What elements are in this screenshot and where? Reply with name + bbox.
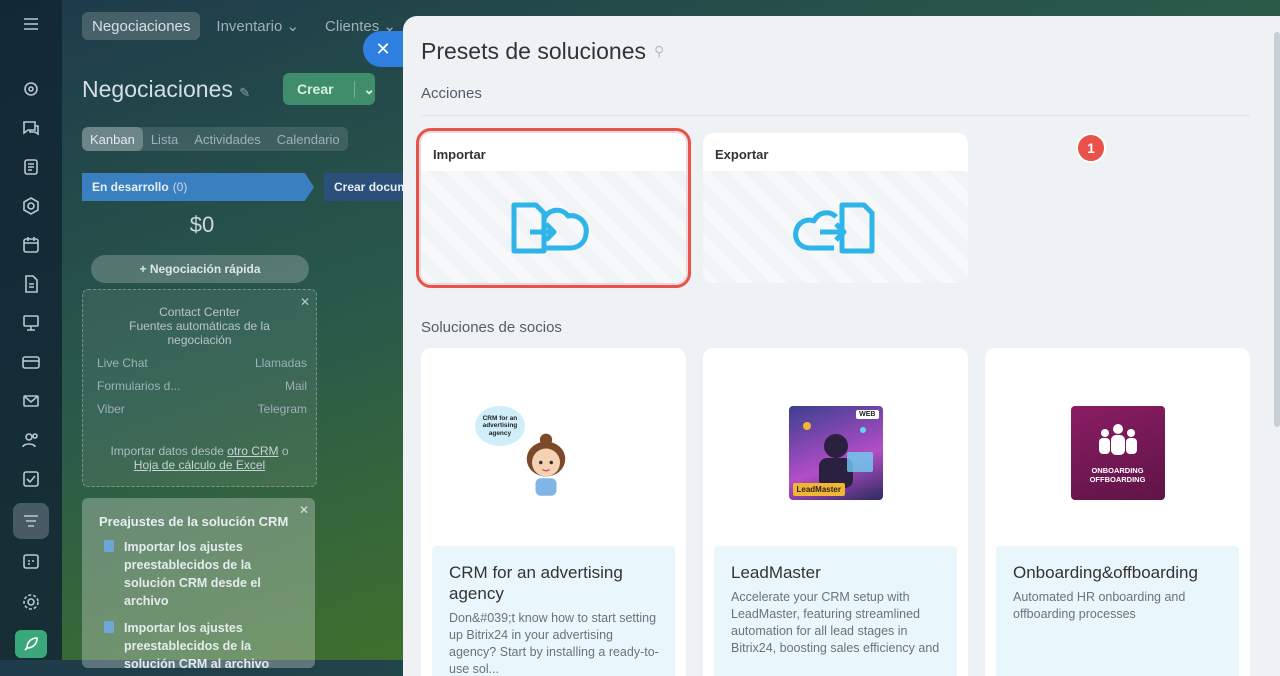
scrollbar[interactable]: [1274, 32, 1280, 427]
source-viber[interactable]: Viber: [97, 402, 202, 416]
leadmaster-logo: WEB LeadMaster: [788, 406, 883, 500]
import-card-label: Importar: [433, 147, 486, 162]
calendar-icon[interactable]: [19, 233, 43, 257]
feed-icon[interactable]: [19, 77, 43, 101]
contact-center-widget: ✕ Contact Center Fuentes automáticas de l…: [82, 289, 317, 487]
nav-negociaciones[interactable]: Negociaciones: [82, 12, 201, 40]
create-button[interactable]: Crear ⌄: [283, 73, 375, 105]
export-card-label: Exportar: [715, 147, 769, 162]
board-icon[interactable]: [19, 311, 43, 335]
panel-title: Presets de soluciones ⚲: [421, 38, 665, 64]
page-title: Negociaciones ✎: [82, 76, 251, 102]
partner-description: Don&#039;t know how to start setting up …: [449, 611, 659, 676]
tasks-icon[interactable]: [19, 155, 43, 179]
tab-lista[interactable]: Lista: [143, 127, 186, 151]
excel-link[interactable]: Hoja de cálculo de Excel: [134, 458, 265, 472]
partner-name: LeadMaster: [731, 563, 821, 582]
card-icon[interactable]: [19, 350, 43, 374]
tab-calendario[interactable]: Calendario: [269, 127, 348, 151]
other-crm-link[interactable]: otro CRM: [227, 444, 278, 458]
nav-inventario[interactable]: Inventario ⌄: [206, 12, 309, 40]
source-formularios[interactable]: Formularios d...: [97, 379, 202, 393]
export-presets-link[interactable]: Importar los ajustes preestablecidos de …: [104, 619, 294, 673]
solution-presets-panel: Presets de soluciones ⚲ Acciones Importar…: [403, 16, 1280, 676]
divider: [421, 115, 1250, 116]
partners-section-title: Soluciones de socios: [421, 319, 562, 336]
import-cloud-icon: [421, 171, 686, 283]
onboarding-logo: ONBOARDING OFFBOARDING: [1070, 406, 1165, 500]
export-cloud-icon: [703, 171, 968, 283]
contact-sources: Live Chat Llamadas Formularios d... Mail…: [97, 356, 307, 416]
tab-kanban[interactable]: Kanban: [82, 127, 143, 151]
schedule-icon[interactable]: [19, 549, 43, 573]
mail-icon[interactable]: [19, 389, 43, 413]
export-card[interactable]: Exportar: [703, 133, 968, 283]
source-mail[interactable]: Mail: [202, 379, 307, 393]
import-presets-link[interactable]: Importar los ajustes preestablecidos de …: [104, 538, 294, 610]
chat-icon[interactable]: [19, 116, 43, 140]
partner-info: LeadMaster Accelerate your CRM setup wit…: [714, 546, 957, 676]
partner-description: Accelerate your CRM setup with LeadMaste…: [731, 590, 940, 655]
hexagon-icon[interactable]: [19, 194, 43, 218]
partner-card-advertising[interactable]: CRM for an advertising agency CRM for an…: [421, 348, 686, 676]
chevron-down-icon: ⌄: [354, 80, 375, 98]
tab-actividades[interactable]: Actividades: [186, 127, 268, 151]
crm-presets-widget: ✕ Preajustes de la solución CRM Importar…: [82, 498, 315, 671]
quick-deal-button[interactable]: + Negociación rápida: [91, 255, 309, 283]
contact-center-title: Contact Center Fuentes automáticas de la …: [129, 305, 270, 347]
source-telegram[interactable]: Telegram: [202, 402, 307, 416]
import-card[interactable]: Importar: [416, 128, 691, 288]
partner-name: CRM for an advertising agency: [449, 563, 623, 603]
close-icon[interactable]: ✕: [299, 503, 309, 517]
partner-name: Onboarding&offboarding: [1013, 563, 1198, 582]
close-icon: ✕: [375, 38, 391, 59]
import-data-text: Importar datos desde otro CRM o Hoja de …: [110, 444, 289, 472]
settings-gear-icon[interactable]: [19, 590, 43, 614]
checkbox-icon[interactable]: [19, 467, 43, 491]
stage-header-crear-documento[interactable]: Crear docum: [324, 173, 414, 201]
source-llamadas[interactable]: Llamadas: [202, 356, 307, 370]
view-tabs: Kanban Lista Actividades Calendario: [82, 127, 348, 151]
menu-icon[interactable]: [19, 12, 43, 36]
advertising-agency-logo: CRM for an advertising agency: [474, 406, 595, 500]
partner-description: Automated HR onboarding and offboarding …: [1013, 590, 1186, 621]
pin-icon[interactable]: ⚲: [654, 43, 664, 60]
close-icon[interactable]: ✕: [300, 295, 310, 309]
stage-header-en-desarrollo[interactable]: En desarrollo (0): [82, 173, 314, 201]
crm-funnel-icon[interactable]: [13, 503, 49, 539]
close-panel-button[interactable]: ✕: [363, 31, 403, 67]
document-icon[interactable]: [19, 272, 43, 296]
partner-info: Onboarding&offboarding Automated HR onbo…: [996, 546, 1239, 676]
stage-amount: $0: [189, 212, 215, 237]
presets-widget-title: Preajustes de la solución CRM: [99, 514, 289, 529]
source-live-chat[interactable]: Live Chat: [97, 356, 202, 370]
actions-section-title: Acciones: [421, 85, 482, 102]
left-sidebar: [0, 0, 62, 660]
users-icon[interactable]: [19, 428, 43, 452]
partner-card-onboarding[interactable]: ONBOARDING OFFBOARDING Onboarding&offboa…: [985, 348, 1250, 676]
people-icon: [1098, 424, 1137, 455]
step-badge: 1: [1076, 133, 1106, 163]
rocket-icon[interactable]: [15, 630, 47, 658]
top-navigation: Negociaciones Inventario ⌄ Clientes ⌄: [82, 12, 406, 40]
partner-card-leadmaster[interactable]: WEB LeadMaster LeadMaster Accelerate you…: [703, 348, 968, 676]
partner-info: CRM for an advertising agency Don&#039;t…: [432, 546, 675, 676]
